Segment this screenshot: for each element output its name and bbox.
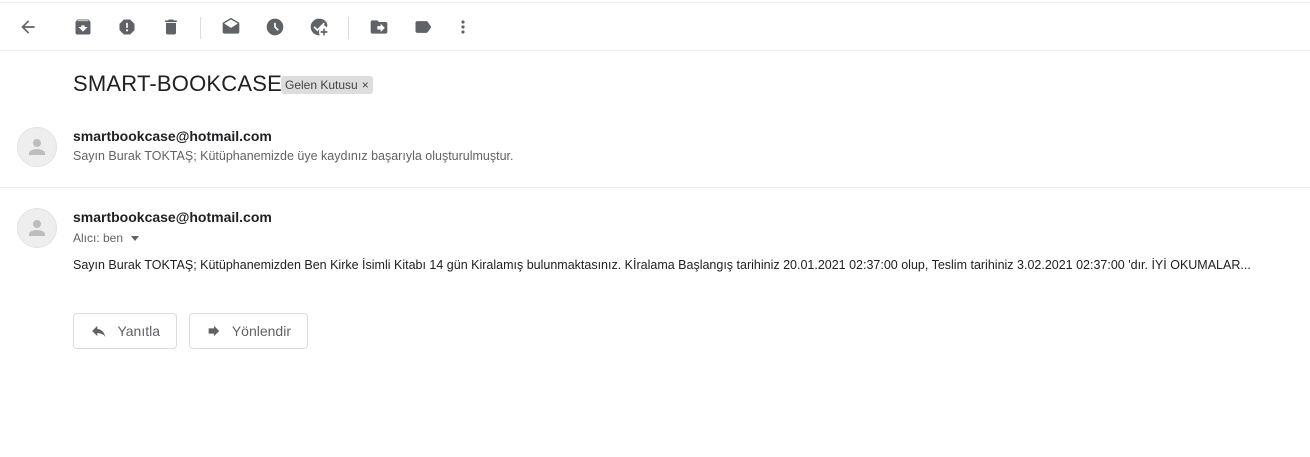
forward-button[interactable]: Yönlendir: [189, 313, 308, 349]
toolbar: [0, 2, 1310, 51]
avatar: [17, 208, 57, 248]
avatar: [17, 127, 57, 167]
toolbar-separator: [348, 17, 349, 39]
message-sender[interactable]: smartbookcase@hotmail.com: [73, 209, 272, 225]
labels-icon[interactable]: [411, 15, 435, 39]
message-body: Sayın Burak TOKTAŞ; Kütüphanemizden Ben …: [73, 258, 1251, 272]
inbox-label-chip[interactable]: Gelen Kutusu ×: [281, 76, 373, 94]
recipient-text: Alıcı: ben: [73, 231, 124, 245]
reply-label: Yanıtla: [117, 323, 160, 339]
delete-icon[interactable]: [159, 15, 183, 39]
remove-label-icon[interactable]: ×: [362, 78, 369, 92]
snooze-icon[interactable]: [263, 15, 287, 39]
more-vert-icon[interactable]: [451, 15, 475, 39]
reply-icon: [92, 325, 106, 337]
message-snippet[interactable]: Sayın Burak TOKTAŞ; Kütüphanemizde üye k…: [73, 149, 514, 163]
move-to-icon[interactable]: [367, 15, 391, 39]
forward-icon: [208, 325, 220, 337]
label-text: Gelen Kutusu: [285, 78, 358, 92]
forward-label: Yönlendir: [231, 323, 291, 339]
person-icon: [29, 139, 45, 155]
reply-button[interactable]: Yanıtla: [73, 313, 177, 349]
thread-subject: SMART-BOOKCASE: [73, 71, 282, 96]
person-icon: [29, 220, 45, 236]
message-divider: [0, 187, 1310, 188]
report-spam-icon[interactable]: [115, 15, 139, 39]
mark-unread-icon[interactable]: [219, 15, 243, 39]
recipient-line: Alıcı: ben: [73, 231, 140, 245]
archive-icon[interactable]: [71, 15, 95, 39]
message-sender[interactable]: smartbookcase@hotmail.com: [73, 128, 272, 144]
add-to-tasks-icon[interactable]: [307, 15, 331, 39]
back-arrow-icon[interactable]: [16, 15, 40, 39]
toolbar-separator: [200, 17, 201, 39]
show-details-icon[interactable]: [131, 235, 140, 241]
